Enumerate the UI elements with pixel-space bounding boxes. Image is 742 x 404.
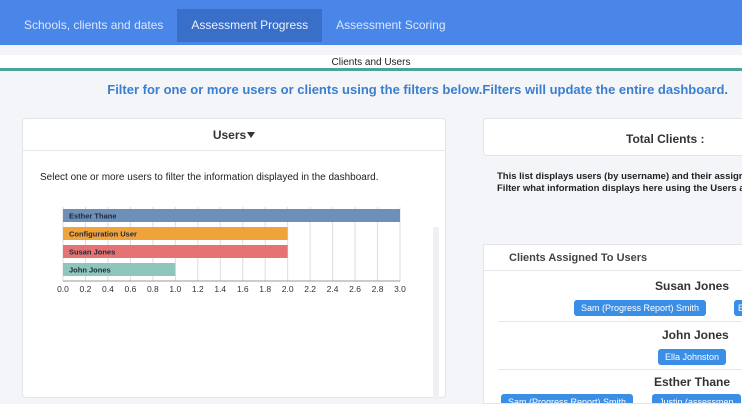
user-bar-label: John Jones: [69, 266, 111, 275]
x-tick-label: 2.2: [304, 284, 316, 294]
x-tick-label: 2.6: [349, 284, 361, 294]
x-tick-label: 0.6: [124, 284, 136, 294]
assigned-user-name: Esther Thane: [654, 375, 731, 389]
user-bar-label: Susan Jones: [69, 248, 115, 257]
client-chip[interactable]: Ella Johnston: [658, 349, 727, 365]
clients-panel: Total Clients : This list displays users…: [483, 118, 742, 404]
x-tick-label: 3.0: [394, 284, 406, 294]
x-tick-label: 0.2: [80, 284, 92, 294]
users-card-description: Select one or more users to filter the i…: [40, 172, 379, 183]
total-clients-card: Total Clients :: [483, 118, 742, 156]
client-chip[interactable]: Sam (Progress Report) Smith: [501, 394, 634, 403]
user-bar-label: Esther Thane: [69, 212, 117, 221]
users-card: Users Select one or more users to filter…: [22, 118, 446, 399]
users-bar-chart: 0.0 0.2 0.4 0.6 0.8 1.0 1.2 1.4 1.6 1.8 2.0 2.2 2.4 2…: [57, 207, 406, 294]
x-tick-label: 0.0: [57, 284, 69, 294]
x-tick-label: 0.8: [147, 284, 159, 294]
x-tick-label: 1.2: [192, 284, 204, 294]
x-tick-label: 2.4: [327, 284, 339, 294]
funnel-filter-icon[interactable]: [247, 131, 256, 138]
x-tick-label: 0.4: [102, 284, 114, 294]
tab-assessment-progress[interactable]: Assessment Progress: [177, 9, 323, 42]
client-chip[interactable]: Sam (Progress Report) Smith: [574, 300, 707, 316]
users-card-title: Users: [212, 128, 247, 142]
client-chip[interactable]: Justin (assessmen: [652, 394, 741, 403]
user-bar-label: Configuration User: [69, 230, 137, 239]
group-divider: [498, 369, 742, 370]
clients-description: This list displays users (by username) a…: [497, 171, 742, 195]
users-card-header[interactable]: Users: [23, 119, 445, 151]
tab-schools-clients-dates[interactable]: Schools, clients and dates: [10, 9, 177, 42]
x-tick-label: 1.6: [237, 284, 249, 294]
x-tick-label: 1.8: [259, 284, 271, 294]
users-card-scrollbar[interactable]: [433, 227, 439, 399]
tab-assessment-scoring[interactable]: Assessment Scoring: [322, 9, 459, 42]
clients-description-line-2: Filter what information displays here us…: [497, 183, 742, 194]
clients-assigned-box: Clients Assigned To Users Susan Jones Sa…: [483, 244, 742, 404]
group-divider: [498, 321, 742, 322]
top-tab-bar: Schools, clients and dates Assessment Pr…: [0, 0, 742, 45]
client-chip[interactable]: El: [734, 300, 742, 316]
x-tick-label: 1.0: [169, 284, 181, 294]
filter-instruction: Filter for one or more users or clients …: [107, 82, 728, 97]
assigned-user-name: John Jones: [662, 328, 729, 342]
x-tick-label: 1.4: [214, 284, 226, 294]
total-clients-label: Total Clients :: [626, 132, 705, 146]
clients-assigned-title: Clients Assigned To Users: [484, 245, 742, 271]
x-tick-label: 2.0: [282, 284, 294, 294]
section-subheader: Clients and Users: [0, 55, 742, 71]
x-tick-label: 2.8: [372, 284, 384, 294]
clients-description-line-1: This list displays users (by username) a…: [497, 171, 742, 182]
assigned-user-name: Susan Jones: [655, 279, 730, 293]
